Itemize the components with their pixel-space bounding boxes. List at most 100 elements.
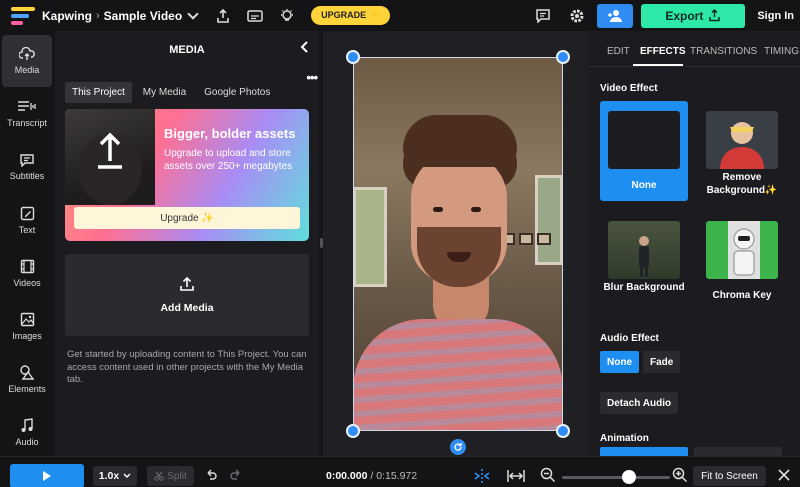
left-rail: Media Transcript Subtitles Text Videos I… <box>0 31 55 456</box>
rail-item-text[interactable]: Text <box>2 194 52 246</box>
upload-icon <box>180 276 194 291</box>
resize-handle-bottom-left[interactable] <box>346 424 360 438</box>
effect-none[interactable]: None <box>600 101 688 201</box>
rail-item-transcript[interactable]: Transcript <box>2 88 52 140</box>
resize-handle-bottom-right[interactable] <box>556 424 570 438</box>
effect-blur-bg-label: Blur Background <box>603 282 685 293</box>
scissors-icon <box>154 471 165 481</box>
subtitle-preview-icon[interactable] <box>243 4 267 28</box>
share-upload-icon[interactable] <box>211 4 235 28</box>
rail-item-audio[interactable]: Audio <box>2 406 52 458</box>
fit-to-screen-button[interactable]: Fit to Screen <box>693 466 766 486</box>
playback-speed-select[interactable]: 1.0x <box>93 466 137 486</box>
collapse-panel-button[interactable] <box>295 38 313 56</box>
rail-label-media: Media <box>14 65 40 75</box>
effect-remove-bg-label: Remove Background✨ <box>706 172 778 196</box>
promo-body: Upgrade to upload and store assets over … <box>164 148 293 172</box>
sign-in-link[interactable]: Sign In <box>757 10 794 22</box>
panel-title: MEDIA <box>169 44 205 56</box>
promo-upgrade-button[interactable]: Upgrade ✨ <box>74 207 300 229</box>
effect-remove-background[interactable]: Remove Background✨ <box>698 101 786 201</box>
zoom-slider-thumb[interactable] <box>622 470 636 484</box>
play-icon <box>43 471 51 481</box>
top-bar: Kapwing › Sample Video UPGRADE ⚡ Export … <box>0 0 800 31</box>
effect-blur-background[interactable]: Blur Background <box>600 211 688 311</box>
rail-item-media[interactable]: Media <box>2 35 52 87</box>
effect-chroma-key[interactable]: Chroma Key <box>698 211 786 311</box>
tab-edit[interactable]: EDIT <box>607 46 630 57</box>
shapes-icon <box>20 364 35 380</box>
rail-item-images[interactable]: Images <box>2 300 52 352</box>
lightbulb-icon[interactable] <box>275 4 299 28</box>
media-tabs: This Project My Media Google Photos <box>65 82 277 103</box>
detach-audio-button[interactable]: Detach Audio <box>600 392 679 414</box>
breadcrumb-brand[interactable]: Kapwing <box>42 9 92 23</box>
properties-panel: EDIT EFFECTS TRANSITIONS TIMING Video Ef… <box>588 31 800 456</box>
total-duration: 0:15.972 <box>376 470 418 482</box>
more-options-icon[interactable]: ••• <box>306 70 318 85</box>
split-label: Split <box>167 470 187 482</box>
undo-icon[interactable] <box>204 468 218 482</box>
fit-timeline-icon[interactable] <box>506 466 526 486</box>
upload-arrow-icon <box>78 132 142 205</box>
effect-none-label: None <box>631 180 657 191</box>
project-title[interactable]: Sample Video <box>104 9 182 23</box>
effect-none-thumb <box>608 111 680 169</box>
tab-my-media[interactable]: My Media <box>136 82 193 103</box>
resize-handle-top-left[interactable] <box>346 50 360 64</box>
resize-handle-top-right[interactable] <box>556 50 570 64</box>
chevron-left-icon <box>300 41 308 53</box>
rail-label-elements: Elements <box>8 383 46 394</box>
comments-icon[interactable] <box>531 4 555 28</box>
export-button[interactable]: Export <box>641 3 746 28</box>
animation-heading: Animation <box>600 433 649 444</box>
upgrade-button[interactable]: UPGRADE ⚡ <box>311 6 390 25</box>
snap-magnet-icon[interactable] <box>472 466 492 486</box>
effect-chroma-label: Chroma Key <box>712 290 772 301</box>
rail-item-subtitles[interactable]: Subtitles <box>2 141 52 193</box>
split-button[interactable]: Split <box>147 466 194 486</box>
time-separator: / <box>367 470 377 482</box>
rail-label-transcript: Transcript <box>7 118 47 128</box>
rotate-icon <box>454 443 462 451</box>
timecode: 0:00.000 / 0:15.972 <box>326 470 417 482</box>
breadcrumb-separator: › <box>96 9 100 22</box>
upload-cloud-icon <box>19 47 35 60</box>
upgrade-promo-card: Bigger, bolder assets Upgrade to upload … <box>65 109 309 241</box>
current-time: 0:00.000 <box>326 470 368 482</box>
rail-item-elements[interactable]: Elements <box>2 353 52 405</box>
rail-label-images: Images <box>12 330 42 341</box>
add-user-icon <box>608 9 623 22</box>
playback-speed-value: 1.0x <box>98 470 120 482</box>
audio-effect-fade[interactable]: Fade <box>643 351 681 373</box>
subtitles-icon <box>20 154 34 167</box>
add-collaborator-button[interactable] <box>597 3 634 28</box>
redo-icon[interactable] <box>229 468 243 482</box>
animation-option-selected[interactable] <box>600 447 688 456</box>
tab-transitions[interactable]: TRANSITIONS <box>690 46 757 57</box>
playback-bar: 1.0x Split 0:00.000 / 0:15.972 Fit to Sc… <box>0 456 800 487</box>
export-icon <box>709 9 721 22</box>
add-media-button[interactable]: Add Media <box>65 254 309 336</box>
zoom-in-icon[interactable] <box>672 467 688 483</box>
zoom-out-icon[interactable] <box>540 467 556 483</box>
image-icon <box>20 312 34 326</box>
zoom-slider-track[interactable] <box>562 476 670 479</box>
gear-icon[interactable] <box>565 4 589 28</box>
tab-google-photos[interactable]: Google Photos <box>197 82 277 103</box>
rail-item-videos[interactable]: Videos <box>2 247 52 299</box>
close-timeline-icon[interactable] <box>777 468 791 482</box>
animation-option[interactable] <box>694 447 782 456</box>
kapwing-logo[interactable] <box>11 6 35 25</box>
tab-this-project[interactable]: This Project <box>65 82 132 103</box>
chevron-down-icon[interactable] <box>187 7 199 20</box>
audio-effect-heading: Audio Effect <box>600 333 659 344</box>
rotate-handle[interactable] <box>450 439 466 455</box>
effect-remove-bg-thumb <box>706 111 778 169</box>
tab-timing[interactable]: TIMING <box>764 46 799 57</box>
audio-effect-none[interactable]: None <box>600 351 639 373</box>
effect-blur-bg-thumb <box>608 221 680 279</box>
play-button[interactable] <box>10 464 84 487</box>
tab-effects[interactable]: EFFECTS <box>640 46 686 57</box>
video-layer[interactable] <box>353 57 563 431</box>
